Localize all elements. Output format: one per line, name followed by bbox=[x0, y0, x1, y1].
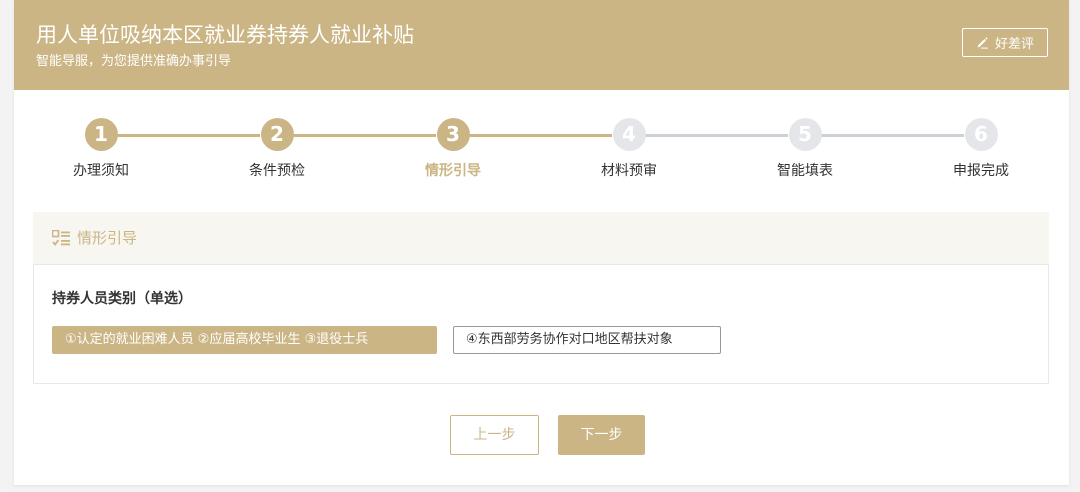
rate-button[interactable]: 好差评 bbox=[962, 28, 1048, 57]
step-5: 5 智能填表 bbox=[745, 118, 865, 181]
step-4-label: 材料预审 bbox=[601, 163, 657, 179]
page-title: 用人单位吸纳本区就业券持券人就业补贴 bbox=[36, 23, 414, 47]
step-5-number: 5 bbox=[788, 118, 822, 151]
step-1-number: 1 bbox=[84, 118, 118, 151]
step-2-label: 条件预检 bbox=[249, 163, 305, 179]
step-4: 4 材料预审 bbox=[569, 118, 689, 181]
prev-button[interactable]: 上一步 bbox=[450, 415, 539, 455]
rate-button-label: 好差评 bbox=[994, 37, 1034, 52]
step-6: 6 申报完成 bbox=[921, 118, 1041, 181]
step-2-number: 2 bbox=[260, 118, 294, 151]
step-progress: 1 办理须知 2 条件预检 3 情形引导 4 材料预审 5 智能填表 6 申报完… bbox=[14, 118, 1069, 188]
step-6-number: 6 bbox=[964, 118, 998, 151]
step-4-number: 4 bbox=[612, 118, 646, 151]
step-3: 3 情形引导 bbox=[393, 118, 513, 181]
next-button[interactable]: 下一步 bbox=[558, 415, 645, 455]
page-subtitle: 智能导服，为您提供准确办事引导 bbox=[36, 54, 232, 69]
option-1-selected[interactable]: ①认定的就业困难人员 ②应届高校毕业生 ③退役士兵 bbox=[52, 326, 437, 354]
step-6-label: 申报完成 bbox=[953, 163, 1009, 179]
step-3-label: 情形引导 bbox=[425, 163, 481, 179]
pencil-icon bbox=[976, 36, 989, 49]
step-1: 1 办理须知 bbox=[41, 118, 161, 181]
option-2[interactable]: ④东西部劳务协作对口地区帮扶对象 bbox=[453, 326, 721, 354]
page-header: 用人单位吸纳本区就业券持券人就业补贴 智能导服，为您提供准确办事引导 好差评 bbox=[14, 0, 1069, 90]
step-1-label: 办理须知 bbox=[73, 163, 129, 179]
question-label: 持券人员类别（单选） bbox=[52, 291, 192, 307]
step-2: 2 条件预检 bbox=[217, 118, 337, 181]
section-body: 持券人员类别（单选） ①认定的就业困难人员 ②应届高校毕业生 ③退役士兵 ④东西… bbox=[33, 264, 1049, 384]
step-3-number: 3 bbox=[436, 118, 470, 151]
section-title: 情形引导 bbox=[77, 229, 138, 247]
step-5-label: 智能填表 bbox=[777, 163, 833, 179]
section-header: 情形引导 bbox=[33, 212, 1049, 264]
checklist-icon bbox=[51, 229, 70, 251]
main-card: 用人单位吸纳本区就业券持券人就业补贴 智能导服，为您提供准确办事引导 好差评 1… bbox=[14, 0, 1069, 485]
